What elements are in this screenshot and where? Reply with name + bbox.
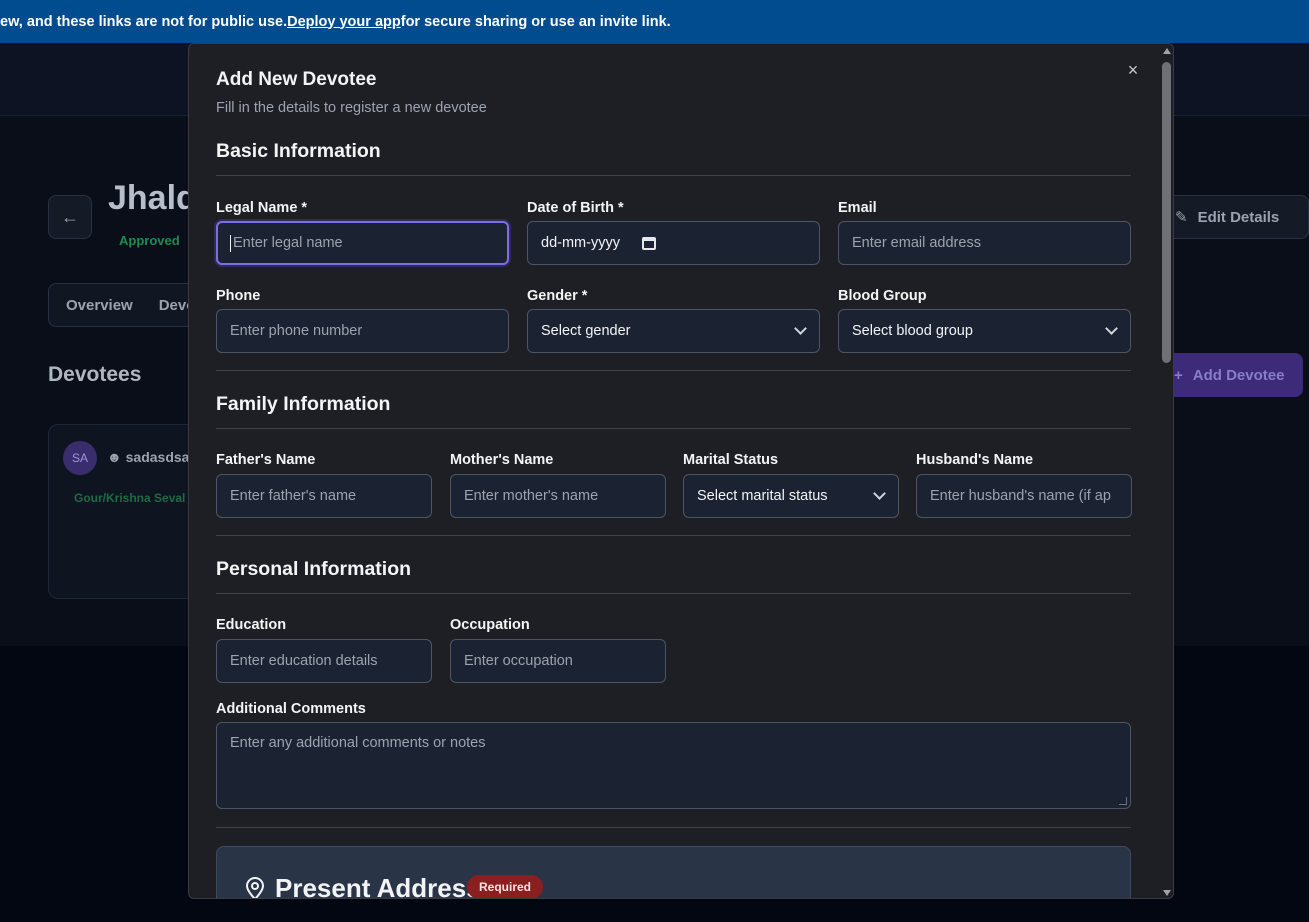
chevron-down-icon: [873, 487, 886, 500]
email-label: Email: [838, 200, 877, 216]
dob-label: Date of Birth *: [527, 200, 624, 216]
required-badge: Required: [467, 875, 544, 898]
education-label: Education: [216, 617, 287, 633]
status-badge: Approved: [119, 233, 180, 248]
chevron-down-icon: [794, 322, 807, 335]
devotee-seva: Gour/Krishna Seval: [74, 491, 186, 505]
father-name-input[interactable]: Enter father's name: [216, 474, 432, 518]
user-icon: ☻: [107, 449, 122, 465]
map-pin-icon: [245, 877, 265, 898]
present-address-card: Present Address Required: [216, 846, 1131, 899]
husband-name-label: Husband's Name: [916, 452, 1034, 468]
sharing-banner: ew, and these links are not for public u…: [0, 0, 1309, 43]
devotee-name-text: sadasdsac: [125, 449, 198, 465]
scroll-down-arrow-icon[interactable]: [1163, 890, 1171, 896]
legal-name-input[interactable]: Enter legal name: [216, 221, 509, 265]
resize-handle-icon[interactable]: [1119, 797, 1127, 805]
avatar: SA: [63, 441, 97, 475]
tab-overview[interactable]: Overview: [66, 297, 133, 314]
add-devotee-dialog: Add New Devotee Fill in the details to r…: [188, 43, 1174, 899]
blood-group-label: Blood Group: [838, 288, 927, 304]
mother-name-placeholder: Enter mother's name: [464, 488, 599, 504]
phone-input[interactable]: Enter phone number: [216, 309, 509, 353]
add-devotee-button[interactable]: + Add Devotee: [1160, 353, 1303, 397]
text-caret: [230, 234, 231, 252]
divider: [216, 428, 1131, 429]
husband-name-placeholder: Enter husband's name (if ap: [930, 488, 1111, 504]
email-placeholder: Enter email address: [852, 235, 981, 251]
phone-label: Phone: [216, 288, 261, 304]
devotee-card[interactable]: SA ☻ sadasdsac Gour/Krishna Seval: [48, 424, 208, 599]
additional-comments-label: Additional Comments: [216, 701, 366, 717]
education-input[interactable]: Enter education details: [216, 639, 432, 683]
divider: [216, 370, 1131, 371]
edit-icon: ✎: [1175, 209, 1188, 226]
scrollbar-thumb[interactable]: [1162, 62, 1171, 363]
occupation-placeholder: Enter occupation: [464, 653, 573, 669]
devotees-heading: Devotees: [48, 363, 142, 386]
blood-group-value: Select blood group: [852, 323, 973, 339]
gender-label: Gender *: [527, 288, 588, 304]
back-arrow-icon[interactable]: ←: [48, 195, 92, 239]
dialog-scrollbar[interactable]: [1159, 44, 1173, 898]
email-input[interactable]: Enter email address: [838, 221, 1131, 265]
divider: [216, 535, 1131, 536]
scroll-up-arrow-icon[interactable]: [1163, 48, 1171, 54]
marital-status-value: Select marital status: [697, 488, 828, 504]
phone-placeholder: Enter phone number: [230, 323, 363, 339]
deploy-app-link[interactable]: Deploy your app: [287, 14, 401, 30]
family-information-heading: Family Information: [216, 393, 391, 415]
calendar-icon[interactable]: [641, 236, 656, 250]
chevron-down-icon: [1105, 322, 1118, 335]
legal-name-label: Legal Name *: [216, 200, 308, 216]
mother-name-input[interactable]: Enter mother's name: [450, 474, 666, 518]
gender-select[interactable]: Select gender: [527, 309, 820, 353]
education-placeholder: Enter education details: [230, 653, 378, 669]
occupation-label: Occupation: [450, 617, 530, 633]
marital-status-label: Marital Status: [683, 452, 779, 468]
divider: [216, 175, 1131, 176]
dialog-subtitle: Fill in the details to register a new de…: [216, 100, 487, 116]
additional-comments-textarea[interactable]: Enter any additional comments or notes: [216, 722, 1131, 809]
add-devotee-label: Add Devotee: [1192, 366, 1285, 384]
blood-group-select[interactable]: Select blood group: [838, 309, 1131, 353]
close-icon[interactable]: ×: [1123, 60, 1143, 80]
comments-placeholder: Enter any additional comments or notes: [230, 735, 486, 751]
dialog-title: Add New Devotee: [216, 69, 377, 90]
page-title: Jhald: [108, 179, 197, 217]
devotee-name: ☻ sadasdsac: [107, 449, 197, 465]
mother-name-label: Mother's Name: [450, 452, 554, 468]
divider: [216, 593, 1131, 594]
husband-name-input[interactable]: Enter husband's name (if ap: [916, 474, 1132, 518]
dob-input[interactable]: dd-mm-yyyy: [527, 221, 820, 265]
divider: [216, 827, 1131, 828]
plus-icon: +: [1174, 366, 1183, 384]
gender-value: Select gender: [541, 323, 631, 339]
legal-name-placeholder: Enter legal name: [233, 235, 343, 251]
edit-details-label: Edit Details: [1197, 208, 1280, 226]
basic-information-heading: Basic Information: [216, 140, 381, 162]
dob-value: dd-mm-yyyy: [541, 235, 620, 251]
father-name-label: Father's Name: [216, 452, 316, 468]
occupation-input[interactable]: Enter occupation: [450, 639, 666, 683]
present-address-title: Present Address: [275, 873, 481, 899]
banner-text-before: ew, and these links are not for public u…: [0, 13, 288, 30]
marital-status-select[interactable]: Select marital status: [683, 474, 899, 518]
edit-details-button[interactable]: ✎ Edit Details: [1160, 195, 1309, 239]
banner-text-after: for secure sharing or use an invite link…: [400, 13, 671, 30]
personal-information-heading: Personal Information: [216, 558, 412, 580]
father-name-placeholder: Enter father's name: [230, 488, 357, 504]
